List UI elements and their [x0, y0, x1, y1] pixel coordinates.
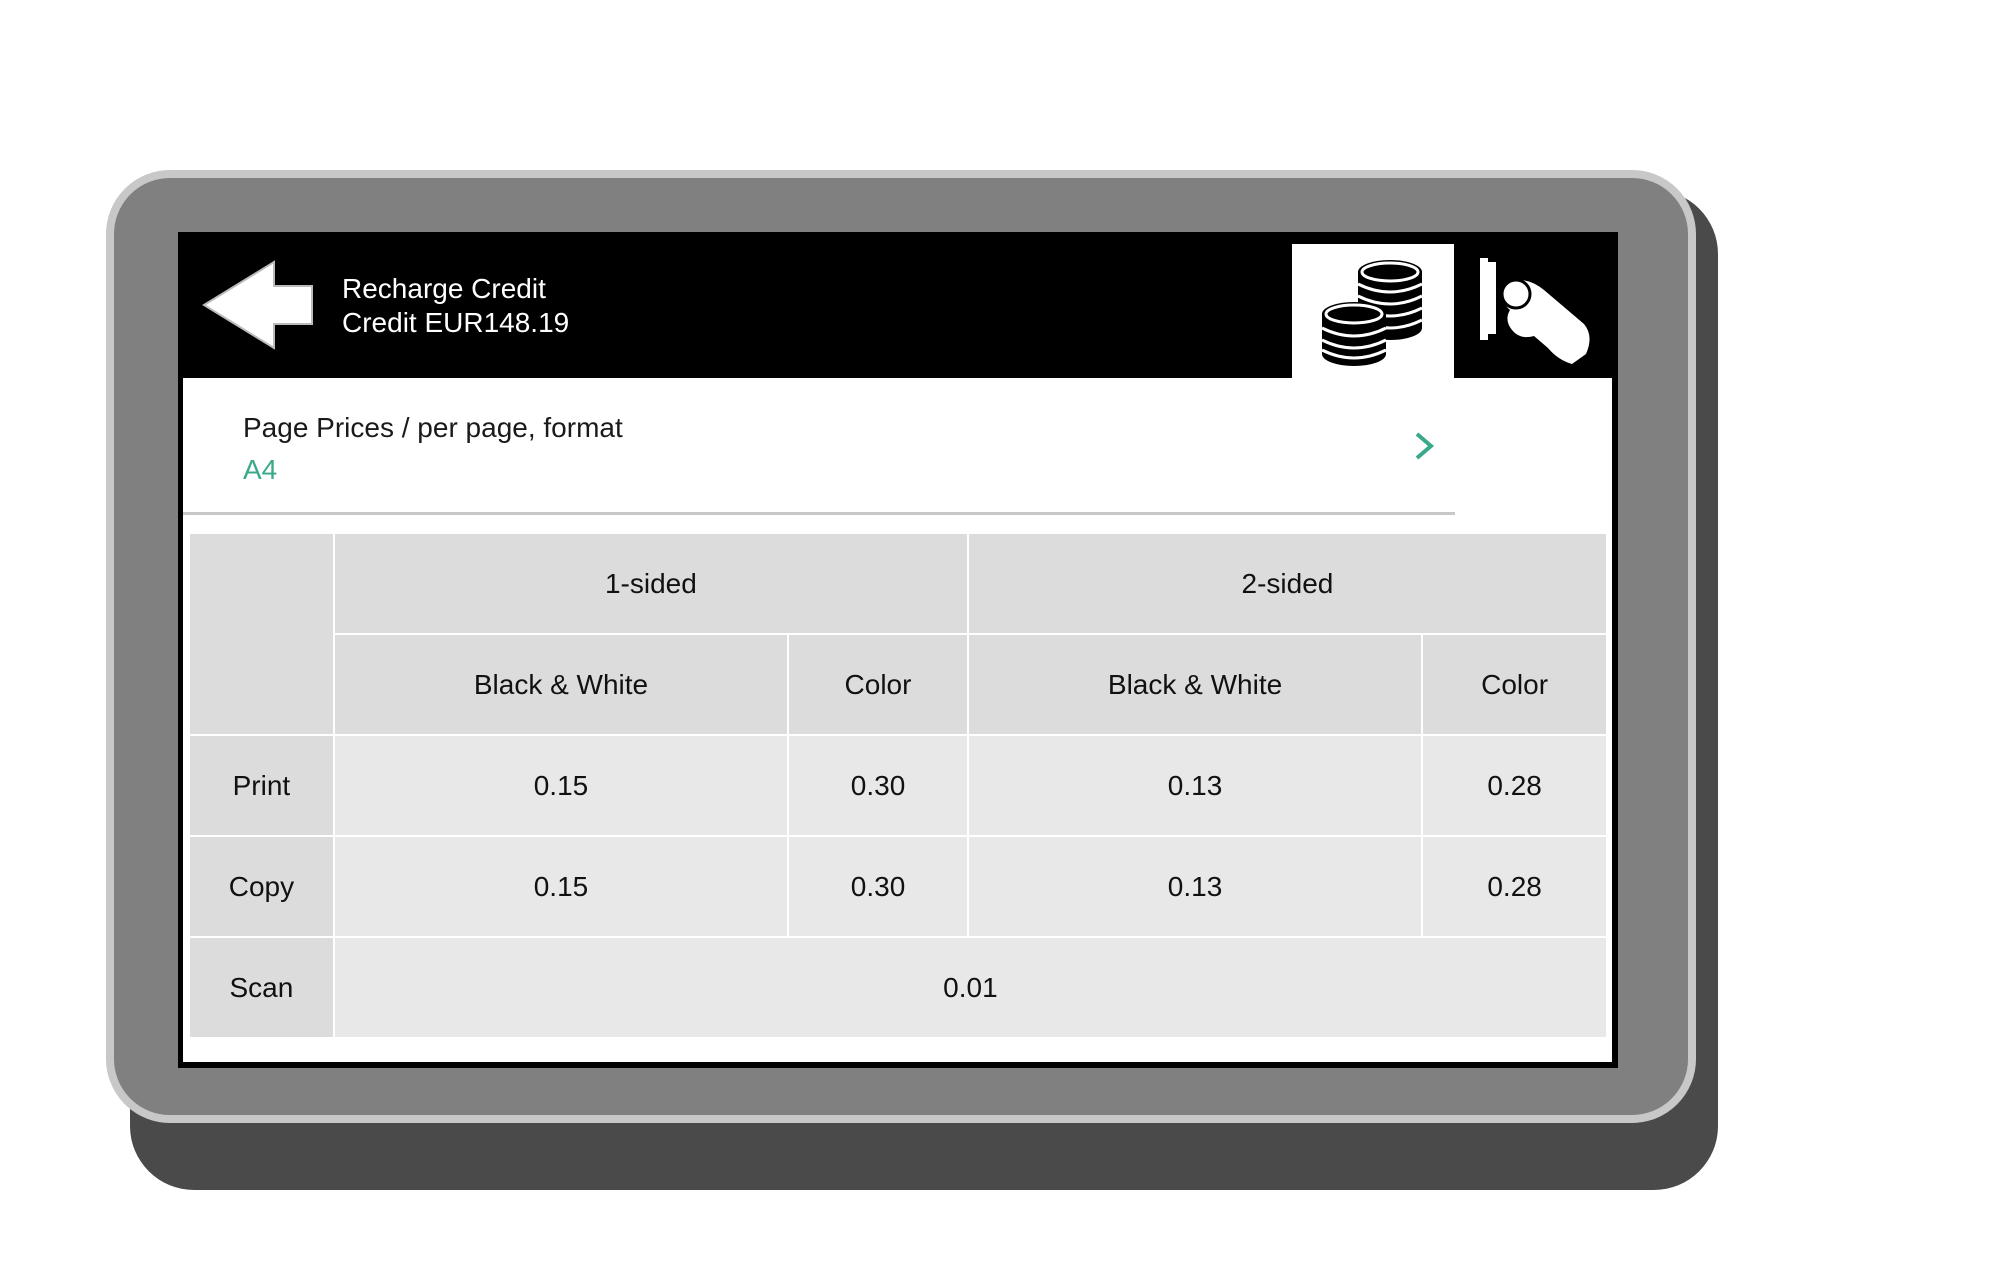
insert-card-icon	[1480, 258, 1590, 364]
scan-price-cell: 0.01	[332, 936, 1609, 1039]
table-row: Copy 0.15 0.30 0.13 0.28	[188, 835, 1608, 938]
group-header: 2-sided	[966, 532, 1609, 635]
price-cell: 0.28	[1421, 835, 1608, 938]
column-header: Black & White	[966, 633, 1424, 736]
table-row: Print 0.15 0.30 0.13 0.28	[188, 734, 1608, 837]
price-cell: 0.30	[787, 734, 969, 837]
format-selector[interactable]: Page Prices / per page, format A4	[183, 378, 1455, 515]
column-header: Color	[787, 633, 969, 736]
credit-balance: Credit EUR148.19	[342, 307, 570, 338]
corner-cell	[188, 532, 335, 736]
row-header: Scan	[188, 936, 335, 1039]
screen: Recharge Credit Credit EUR148.19 Page Pr…	[178, 232, 1618, 1068]
header-bar: Recharge Credit Credit EUR148.19	[178, 232, 1618, 378]
tab-insert-card[interactable]	[1454, 244, 1614, 378]
price-cell: 0.30	[787, 835, 969, 938]
content-area: Page Prices / per page, format A4 1-side…	[183, 378, 1612, 1062]
row-header: Print	[188, 734, 335, 837]
price-cell: 0.28	[1421, 734, 1608, 837]
price-table: 1-sided 2-sided Black & White Color Blac…	[188, 532, 1609, 1039]
price-cell: 0.15	[332, 835, 790, 938]
tab-coins[interactable]	[1292, 244, 1454, 378]
price-cell: 0.13	[966, 835, 1424, 938]
format-value: A4	[243, 454, 278, 485]
chevron-right-icon	[1415, 432, 1435, 460]
column-header: Black & White	[332, 633, 790, 736]
coins-icon	[1321, 260, 1423, 366]
group-header: 1-sided	[332, 532, 969, 635]
title-block: Recharge Credit Credit EUR148.19	[342, 272, 569, 340]
back-arrow-icon	[202, 260, 313, 350]
column-header: Color	[1421, 633, 1608, 736]
format-label: Page Prices / per page, format	[243, 412, 623, 443]
price-cell: 0.15	[332, 734, 790, 837]
page-title: Recharge Credit	[342, 273, 546, 304]
row-header: Copy	[188, 835, 335, 938]
table-row: Scan 0.01	[188, 936, 1609, 1039]
price-cell: 0.13	[966, 734, 1424, 837]
back-button[interactable]	[202, 260, 314, 350]
